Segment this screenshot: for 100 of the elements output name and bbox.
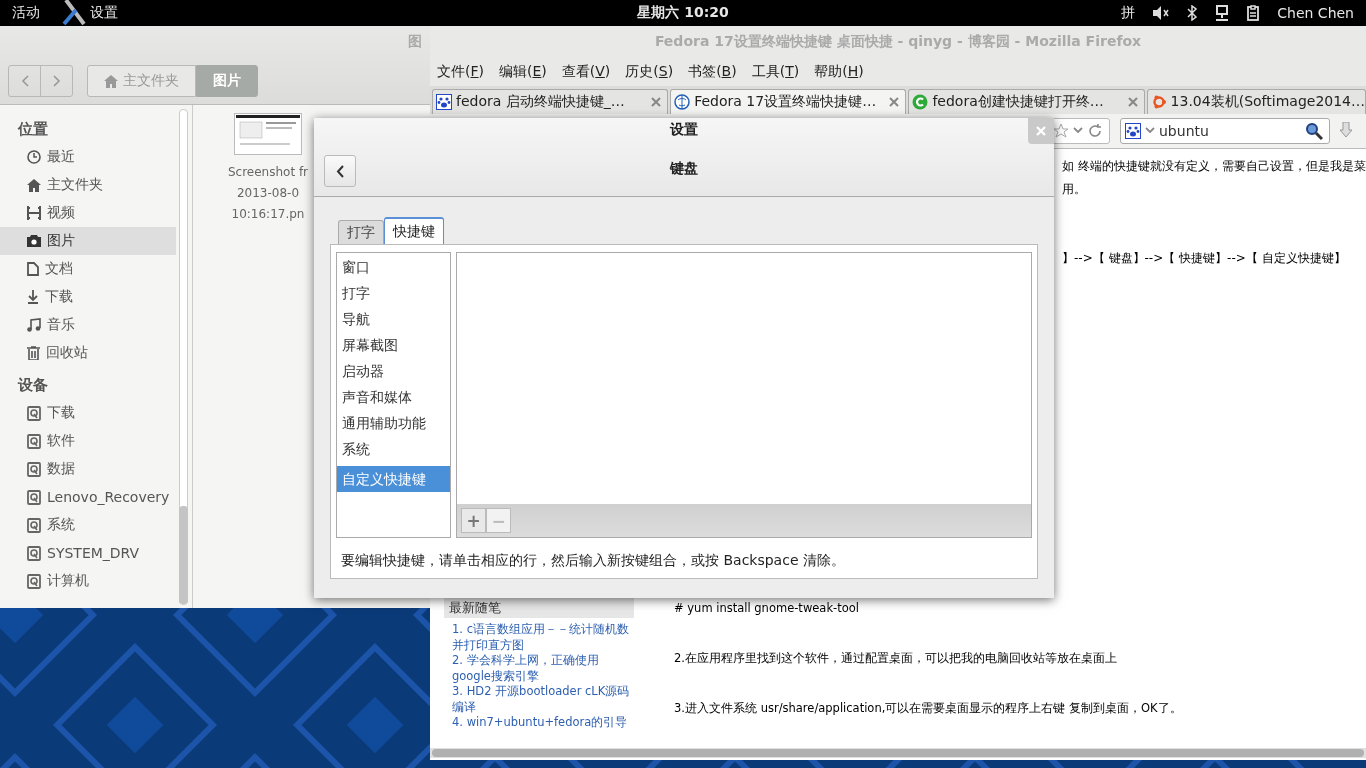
article-text: 】-->【 键盘】-->【 快捷键】-->【 自定义快捷键】: [1062, 250, 1347, 267]
star-icon[interactable]: [1053, 123, 1069, 139]
c-logo-icon: [912, 94, 929, 110]
close-icon[interactable]: [1127, 97, 1138, 107]
user-menu[interactable]: Chen Chen: [1277, 5, 1354, 21]
post-link[interactable]: 1. c语言数组应用－－统计随机数并打印直方图: [444, 622, 634, 653]
film-icon: [27, 206, 41, 220]
activities-button[interactable]: 活动: [12, 4, 40, 22]
category-item[interactable]: 启动器: [337, 358, 450, 384]
browser-tab[interactable]: fedora创建快捷键打开终…: [908, 89, 1145, 114]
browser-tab[interactable]: Fedora 17设置终端快捷键…: [670, 89, 907, 114]
sidebar-item[interactable]: 数据: [0, 455, 176, 483]
drive-icon: [27, 573, 41, 589]
menu-item[interactable]: 历史(S): [625, 63, 674, 81]
drive-icon: [27, 461, 41, 477]
category-item[interactable]: 屏幕截图: [337, 332, 450, 358]
horizontal-scrollbar[interactable]: [430, 748, 1366, 758]
menu-item[interactable]: 查看(V): [561, 63, 611, 81]
browser-tab[interactable]: 13.04装机(Softimage2014…: [1146, 89, 1366, 114]
category-item[interactable]: 打字: [337, 280, 450, 306]
reload-icon[interactable]: [1087, 123, 1103, 139]
back-icon: [20, 75, 29, 87]
drive-icon: [27, 517, 41, 533]
tab[interactable]: 打字: [338, 220, 384, 244]
browser-tab[interactable]: fedora 启动终端快捷键_…: [432, 89, 669, 114]
ring-icon: [1150, 94, 1167, 110]
close-button[interactable]: [1028, 118, 1054, 144]
sidebar-item[interactable]: 软件: [0, 427, 176, 455]
search-field[interactable]: ubuntu: [1120, 118, 1330, 144]
tab[interactable]: 快捷键: [384, 217, 444, 244]
sidebar-item[interactable]: 主文件夹: [0, 171, 176, 199]
category-item[interactable]: 系统: [337, 436, 450, 462]
sidebar-item[interactable]: 视频: [0, 199, 176, 227]
clock-icon: [27, 150, 41, 164]
window-title: 图: [408, 33, 422, 51]
category-item[interactable]: 声音和媒体: [337, 384, 450, 410]
sidebar-item[interactable]: 计算机: [0, 567, 176, 595]
caret-icon[interactable]: [1145, 127, 1155, 135]
drive-icon: [27, 545, 41, 561]
window-title: Fedora 17设置终端快捷键 桌面快捷 - qinyg - 博客园 - Mozilla Firefox: [430, 26, 1366, 58]
download-icon[interactable]: [1340, 122, 1352, 140]
clock[interactable]: 星期六 10:20: [637, 4, 729, 20]
sidebar-item[interactable]: 图片: [0, 227, 176, 255]
sidebar-item[interactable]: 下载: [0, 283, 176, 311]
menu-item[interactable]: 编辑(E): [499, 63, 547, 81]
sidebar-item[interactable]: SYSTEM_DRV: [0, 539, 176, 567]
close-icon[interactable]: [889, 97, 900, 107]
category-item[interactable]: 通用辅助功能: [337, 410, 450, 436]
thumbnail: [234, 113, 302, 155]
article-text: 如 终端的快捷键就没有定义，需要自己设置，但是我是菜: [1062, 158, 1366, 175]
category-item[interactable]: 窗口: [337, 254, 450, 280]
bluetooth-icon[interactable]: [1187, 5, 1198, 21]
camera-icon: [27, 235, 41, 247]
sidebar-item[interactable]: Lenovo_Recovery: [0, 483, 176, 511]
file-name: Screenshot fr 2013-08-0 10:16:17.pn: [227, 164, 309, 223]
article-text: # yum install gnome-tweak-tool: [674, 600, 860, 617]
sidebar-item[interactable]: 下载: [0, 399, 176, 427]
menu-item[interactable]: 工具(T): [751, 63, 800, 81]
section-heading: 位置: [16, 119, 49, 140]
hint-text: 要编辑快捷键，请单击相应的行，然后输入新按键组合，或按 Backspace 清除。: [340, 551, 846, 570]
menu-item[interactable]: 帮助(H): [814, 63, 864, 81]
sidebar-item[interactable]: 文档: [0, 255, 176, 283]
home-icon: [27, 178, 41, 192]
category-list[interactable]: 窗口 打字 导航 屏幕截图 启动器 声音和媒体 通用辅助功能 系统 自定义快捷键: [336, 252, 451, 538]
download-icon: [27, 290, 39, 304]
close-icon[interactable]: [651, 97, 662, 107]
menu-item[interactable]: 文件(F): [437, 63, 484, 81]
globe-icon: [674, 94, 691, 110]
post-link[interactable]: 4. win7+ubuntu+fedora的引导: [444, 715, 634, 731]
search-icon[interactable]: [1305, 122, 1323, 140]
sidebar-item[interactable]: 音乐: [0, 311, 176, 339]
post-link[interactable]: 2. 学会科学上网，正确使用google搜索引擎: [444, 653, 634, 684]
category-item[interactable]: 导航: [337, 306, 450, 332]
add-button[interactable]: +: [461, 508, 486, 533]
sidebar-item[interactable]: 系统: [0, 511, 176, 539]
back-icon: [336, 164, 344, 178]
drive-icon: [27, 433, 41, 449]
trash-icon: [27, 346, 40, 360]
caret-icon[interactable]: [1073, 127, 1083, 135]
home-icon: [104, 74, 118, 88]
volume-icon[interactable]: [1153, 6, 1170, 20]
network-icon[interactable]: [1215, 5, 1230, 21]
post-link[interactable]: 3. HD2 开源bootloader cLK源码编译: [444, 684, 634, 715]
dialog-title: 设置: [670, 121, 698, 137]
close-icon: [1036, 126, 1046, 136]
menu-item[interactable]: 书签(B): [688, 63, 737, 81]
sidebar-item[interactable]: 回收站: [0, 339, 176, 367]
section-heading: 设备: [16, 375, 49, 396]
document-icon: [27, 262, 39, 276]
sidebar-heading: 最新随笔: [444, 598, 634, 618]
article-text: 用。: [1062, 181, 1087, 198]
back-button[interactable]: [324, 155, 356, 187]
paw-icon: [436, 94, 452, 110]
drive-icon: [27, 405, 41, 421]
article-text: 2.在应用程序里找到这个软件，通过配置桌面，可以把我的电脑回收站等放在桌面上: [674, 650, 1118, 667]
input-method-indicator[interactable]: 拼: [1121, 4, 1136, 22]
app-menu[interactable]: 设置: [60, 0, 118, 26]
forward-icon: [52, 75, 61, 87]
sidebar-item[interactable]: 最近: [0, 143, 176, 171]
clipboard-icon[interactable]: [1247, 5, 1260, 21]
